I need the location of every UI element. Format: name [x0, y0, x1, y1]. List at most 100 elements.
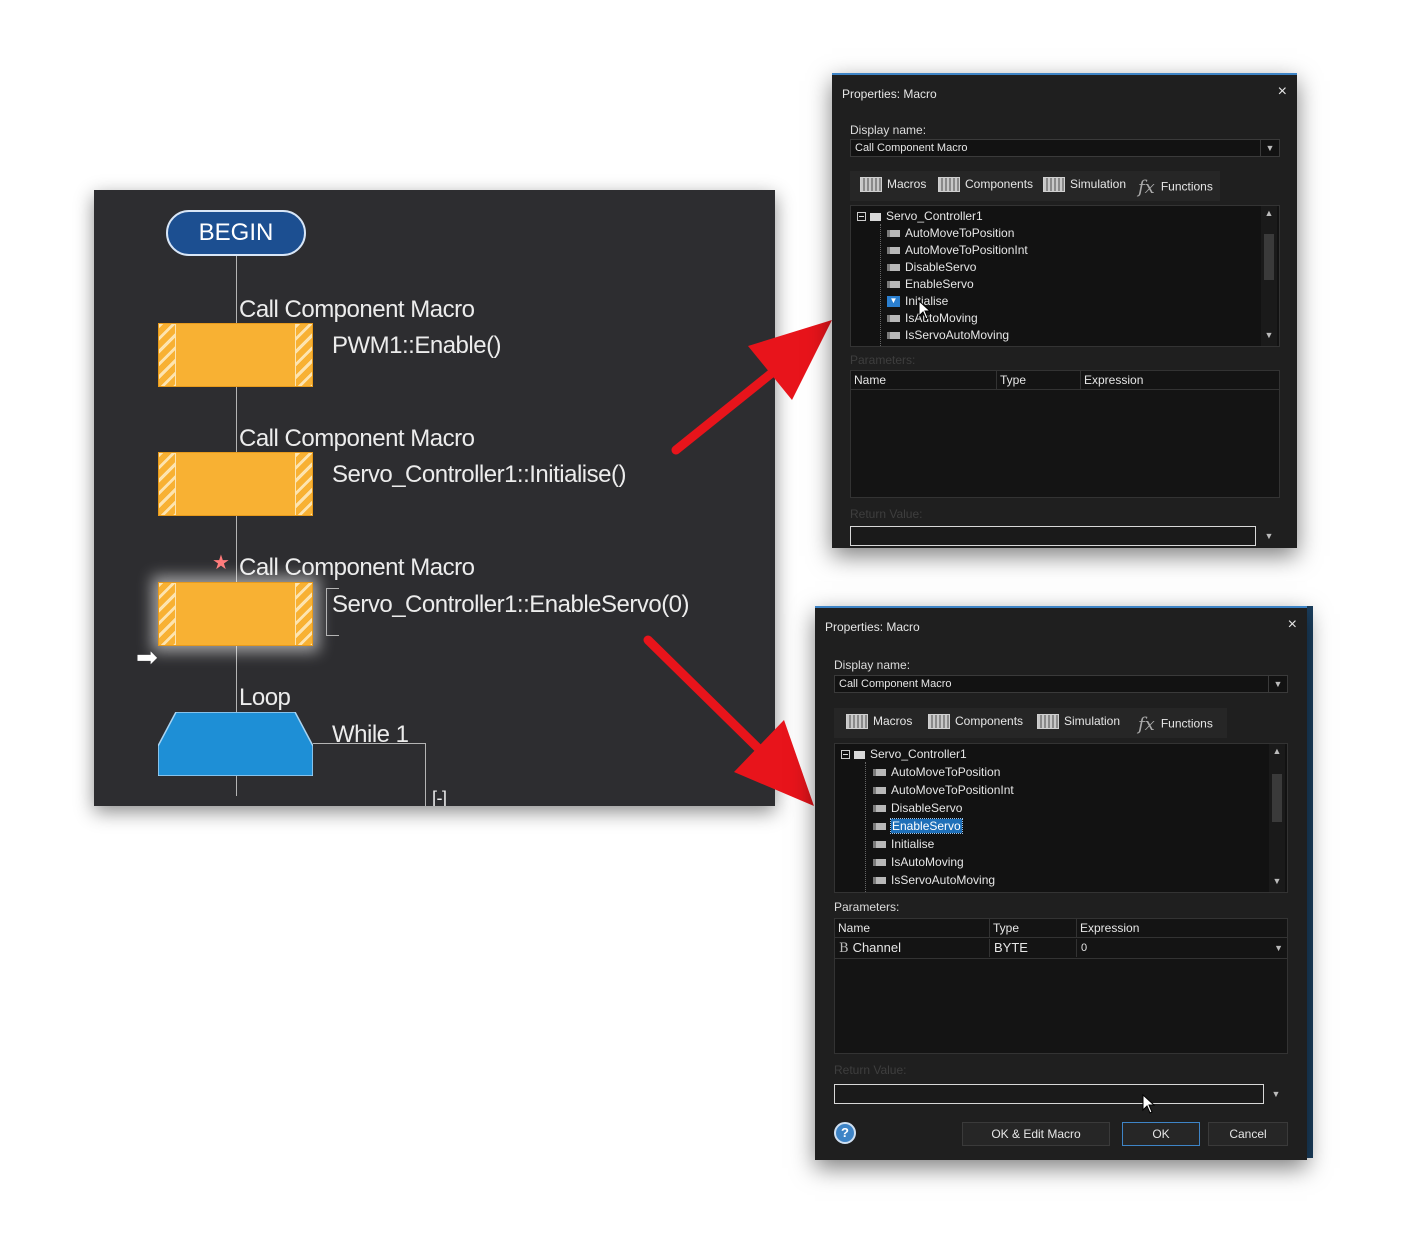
- parameters-label: Parameters:: [850, 353, 916, 367]
- dialog-title: Properties: Macro: [825, 620, 920, 634]
- components-icon: [938, 177, 960, 193]
- close-icon[interactable]: ×: [1278, 83, 1287, 101]
- macros-icon: [846, 714, 868, 730]
- loop-connector: [313, 743, 425, 744]
- chevron-down-icon[interactable]: ▼: [1260, 140, 1279, 156]
- tab-functions[interactable]: fx Functions: [1138, 177, 1213, 198]
- block3-caption: Call Component Macro: [239, 554, 475, 581]
- display-name-value: Call Component Macro: [855, 142, 968, 154]
- macro-icon: [873, 787, 886, 795]
- col-expression[interactable]: Expression: [1077, 919, 1287, 937]
- close-icon[interactable]: ×: [1288, 616, 1297, 634]
- block1-caption: Call Component Macro: [239, 296, 475, 323]
- col-name[interactable]: Name: [835, 919, 990, 937]
- tab-simulation[interactable]: Simulation: [1037, 714, 1120, 732]
- col-expression[interactable]: Expression: [1081, 371, 1279, 389]
- col-type[interactable]: Type: [997, 371, 1081, 389]
- block1-macro-icon[interactable]: [158, 323, 313, 387]
- tree-item[interactable]: AutoMoveToPositionInt: [873, 782, 1014, 798]
- cancel-button[interactable]: Cancel: [1208, 1122, 1288, 1146]
- macro-icon: [887, 281, 900, 289]
- display-name-value: Call Component Macro: [839, 678, 952, 690]
- block3-call: Servo_Controller1::EnableServo(0): [332, 591, 690, 618]
- chevron-down-icon[interactable]: ▼: [1268, 676, 1287, 692]
- parameters-grid[interactable]: Name Type Expression B Channel BYTE 0 ▼: [834, 918, 1288, 1054]
- tab-bar: Macros Components Simulation fx Functions: [834, 708, 1227, 738]
- block3-macro-icon[interactable]: [158, 582, 313, 646]
- macro-icon: [873, 877, 886, 885]
- tree-item[interactable]: DisableServo: [887, 259, 976, 275]
- return-value-label: Return Value:: [834, 1063, 907, 1077]
- properties-dialog-bottom: Properties: Macro × Display name: Call C…: [815, 606, 1307, 1160]
- loop-block-icon[interactable]: [158, 712, 313, 776]
- parameters-grid[interactable]: Name Type Expression: [850, 370, 1280, 498]
- parameters-label: Parameters:: [834, 900, 900, 914]
- function-icon: fx: [1138, 177, 1155, 198]
- block2-macro-icon[interactable]: [158, 452, 313, 516]
- mouse-cursor-icon: [1142, 1094, 1156, 1114]
- tree-item[interactable]: EnableServo: [887, 276, 974, 292]
- col-type[interactable]: Type: [990, 919, 1077, 937]
- collapse-icon[interactable]: [841, 750, 850, 760]
- tab-components[interactable]: Components: [938, 177, 1033, 195]
- tree-item[interactable]: IsServoAutoMoving: [887, 327, 1009, 343]
- macro-tree[interactable]: Servo_Controller1 AutoMoveToPosition Aut…: [850, 205, 1280, 347]
- tree-root[interactable]: Servo_Controller1: [841, 746, 967, 762]
- block1-call: PWM1::Enable(): [332, 332, 502, 359]
- tree-item[interactable]: AutoMoveToPosition: [887, 225, 1014, 241]
- help-icon[interactable]: ?: [834, 1122, 856, 1144]
- tree-item-selected[interactable]: EnableServo: [873, 818, 963, 834]
- ok-edit-macro-button[interactable]: OK & Edit Macro: [962, 1122, 1110, 1146]
- block2-call: Servo_Controller1::Initialise(): [332, 461, 626, 488]
- chevron-down-icon[interactable]: ▼: [1260, 526, 1278, 546]
- components-icon: [928, 714, 950, 730]
- return-value-label: Return Value:: [850, 507, 923, 521]
- tree-scrollbar[interactable]: ▲ ▼: [1261, 206, 1277, 346]
- tab-functions[interactable]: fx Functions: [1138, 714, 1213, 735]
- tree-item[interactable]: AutoMoveToPosition: [873, 764, 1000, 780]
- tree-item[interactable]: IsAutoMoving: [887, 310, 978, 326]
- loop-condition: While 1: [332, 721, 409, 748]
- tab-macros[interactable]: Macros: [846, 714, 912, 732]
- simulation-icon: [1037, 714, 1059, 730]
- tab-macros[interactable]: Macros: [860, 177, 926, 195]
- chevron-down-icon[interactable]: ▼: [1274, 939, 1283, 957]
- tree-item[interactable]: AutoMoveToPositionInt: [887, 242, 1028, 258]
- return-value-input[interactable]: [850, 526, 1256, 546]
- mouse-cursor-icon: [918, 300, 932, 320]
- star-icon: ★: [212, 552, 230, 574]
- tree-root[interactable]: Servo_Controller1: [857, 208, 983, 224]
- current-step-arrow-icon: ➡: [136, 642, 158, 672]
- flowchart-canvas[interactable]: BEGIN Call Component Macro PWM1::Enable(…: [94, 190, 775, 806]
- byte-type-icon: B: [839, 941, 849, 956]
- tab-components[interactable]: Components: [928, 714, 1023, 732]
- param-expression-input[interactable]: 0 ▼: [1077, 939, 1287, 957]
- macro-icon: [873, 805, 886, 813]
- loop-collapse-toggle[interactable]: [-]: [432, 788, 447, 806]
- chevron-down-icon[interactable]: ▼: [1267, 1084, 1285, 1104]
- macro-icon: [887, 315, 900, 323]
- macro-tree[interactable]: Servo_Controller1 AutoMoveToPosition Aut…: [834, 743, 1288, 893]
- tab-simulation[interactable]: Simulation: [1043, 177, 1126, 195]
- macro-icon: [873, 823, 886, 831]
- tree-item[interactable]: IsServoAutoMoving: [873, 872, 995, 888]
- tree-scrollbar[interactable]: ▲ ▼: [1269, 744, 1285, 892]
- background-window-edge: [1307, 606, 1313, 1158]
- begin-terminal[interactable]: BEGIN: [166, 210, 306, 256]
- ok-button[interactable]: OK: [1122, 1122, 1200, 1146]
- tree-item[interactable]: DisableServo: [873, 800, 962, 816]
- loop-caption: Loop: [239, 684, 291, 711]
- macro-icon: [873, 841, 886, 849]
- dialog-title: Properties: Macro: [842, 87, 937, 101]
- return-value-input[interactable]: [834, 1084, 1264, 1104]
- display-name-combo[interactable]: Call Component Macro ▼: [850, 139, 1280, 157]
- display-name-combo[interactable]: Call Component Macro ▼: [834, 675, 1288, 693]
- collapse-icon[interactable]: [857, 212, 866, 222]
- macros-icon: [860, 177, 882, 193]
- macro-icon: [887, 264, 900, 272]
- param-name-cell[interactable]: B Channel: [835, 939, 990, 957]
- col-name[interactable]: Name: [851, 371, 997, 389]
- tree-item[interactable]: Initialise: [873, 836, 934, 852]
- tree-item[interactable]: IsAutoMoving: [873, 854, 964, 870]
- simulation-icon: [1043, 177, 1065, 193]
